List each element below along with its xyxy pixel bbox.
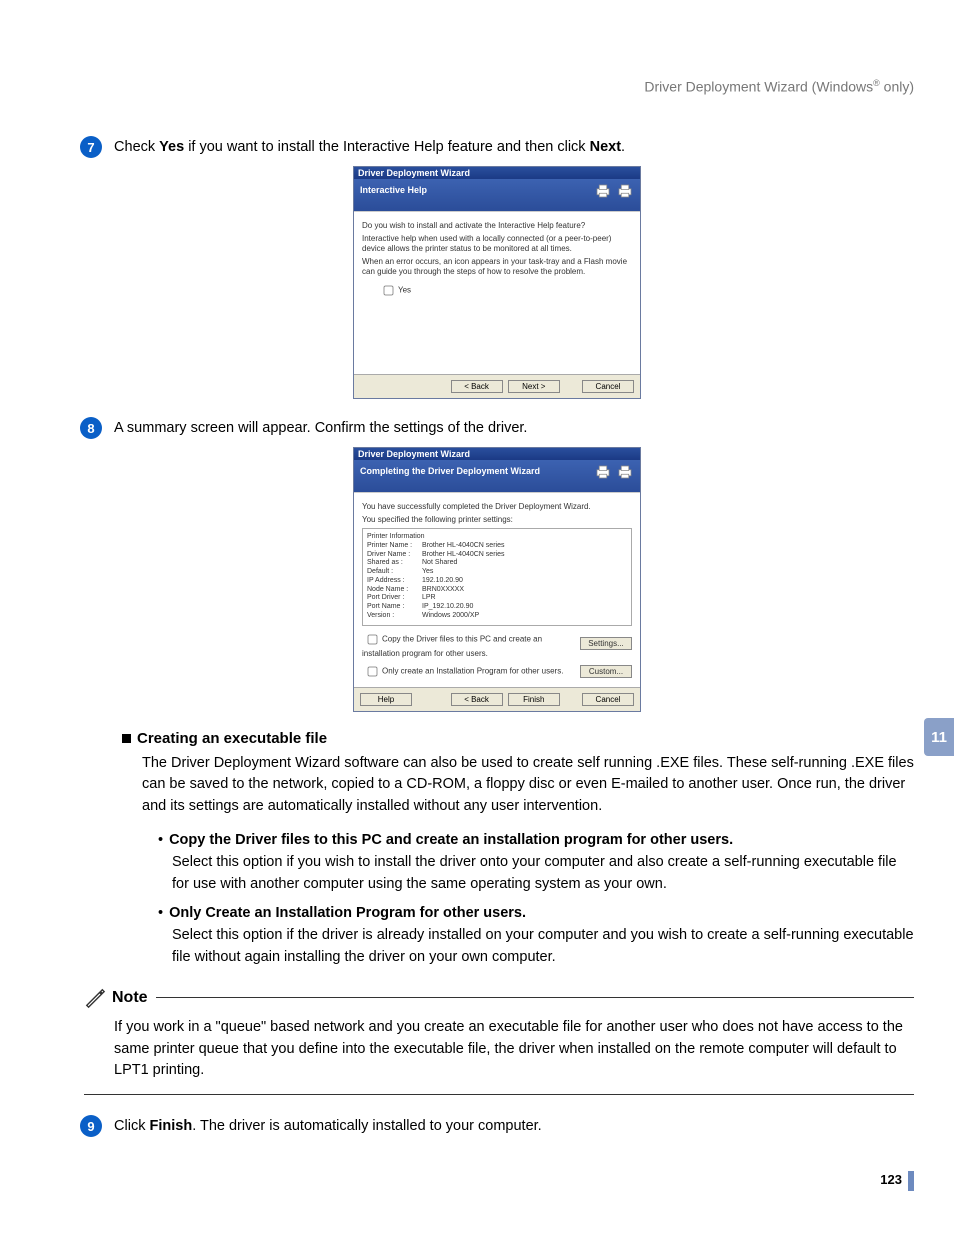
note-icon — [84, 987, 106, 1009]
wizard-text: Do you wish to install and activate the … — [362, 221, 632, 231]
page-number-bar — [908, 1171, 914, 1191]
bullet-only-create-text: Select this option if the driver is alre… — [172, 925, 914, 969]
wizard-interactive-help: Driver Deployment Wizard Interactive Hel… — [353, 166, 641, 399]
printer-icon — [593, 182, 634, 202]
cancel-button[interactable]: Cancel — [582, 380, 634, 393]
page-number: 123 — [880, 1172, 902, 1187]
help-button[interactable]: Help — [360, 693, 412, 706]
info-row: IP Address :192.10.20.90 — [367, 577, 627, 586]
wizard-heading: Interactive Help — [354, 179, 640, 212]
printer-icon — [593, 463, 634, 483]
step-7-text: Check Yes if you want to install the Int… — [114, 139, 625, 155]
cancel-button[interactable]: Cancel — [582, 693, 634, 706]
copy-driver-checkbox[interactable]: Copy the Driver files to this PC and cre… — [362, 630, 577, 658]
step-7-badge: 7 — [80, 136, 102, 158]
back-button[interactable]: < Back — [451, 693, 503, 706]
chapter-tab: 11 — [924, 718, 954, 756]
note-block: Note If you work in a "queue" based netw… — [84, 987, 914, 1095]
wizard-text: You have successfully completed the Driv… — [362, 502, 632, 512]
step-8-badge: 8 — [80, 417, 102, 439]
exec-file-para: The Driver Deployment Wizard software ca… — [142, 753, 914, 818]
yes-checkbox[interactable]: Yes — [378, 281, 632, 300]
settings-button[interactable]: Settings... — [580, 637, 632, 650]
info-row: Port Name :IP_192.10.20.90 — [367, 603, 627, 612]
info-row: Version :Windows 2000/XP — [367, 612, 627, 621]
step-8-text: A summary screen will appear. Confirm th… — [114, 420, 527, 436]
wizard-heading: Completing the Driver Deployment Wizard — [354, 460, 640, 493]
info-row: Driver Name :Brother HL-4040CN series — [367, 551, 627, 560]
wizard-completing: Driver Deployment Wizard Completing the … — [353, 447, 641, 712]
info-row: Shared as :Not Shared — [367, 559, 627, 568]
step-9-text: Click Finish. The driver is automaticall… — [114, 1118, 542, 1134]
bullet-copy-driver: •Copy the Driver files to this PC and cr… — [158, 832, 914, 848]
custom-button[interactable]: Custom... — [580, 665, 632, 678]
wizard-text: You specified the following printer sett… — [362, 515, 632, 525]
info-row: Port Driver :LPR — [367, 594, 627, 603]
wizard-text: Interactive help when used with a locall… — [362, 234, 632, 254]
info-row: Default :Yes — [367, 568, 627, 577]
note-label: Note — [112, 989, 148, 1007]
exec-file-heading: Creating an executable file — [122, 730, 914, 747]
info-row: Printer Name :Brother HL-4040CN series — [367, 542, 627, 551]
only-create-checkbox[interactable]: Only create an Installation Program for … — [362, 662, 577, 681]
bullet-copy-driver-text: Select this option if you wish to instal… — [172, 852, 914, 896]
note-body: If you work in a "queue" based network a… — [84, 1009, 914, 1095]
back-button[interactable]: < Back — [451, 380, 503, 393]
wizard-titlebar: Driver Deployment Wizard — [354, 448, 640, 460]
finish-button[interactable]: Finish — [508, 693, 560, 706]
printer-info-box: Printer Information Printer Name :Brothe… — [362, 528, 632, 626]
bullet-only-create: •Only Create an Installation Program for… — [158, 905, 914, 921]
step-9-badge: 9 — [80, 1115, 102, 1137]
page-header: Driver Deployment Wizard (Windows® only) — [644, 78, 914, 95]
info-row: Node Name :BRN0XXXXX — [367, 586, 627, 595]
wizard-text: When an error occurs, an icon appears in… — [362, 257, 632, 277]
wizard-titlebar: Driver Deployment Wizard — [354, 167, 640, 179]
next-button[interactable]: Next > — [508, 380, 560, 393]
